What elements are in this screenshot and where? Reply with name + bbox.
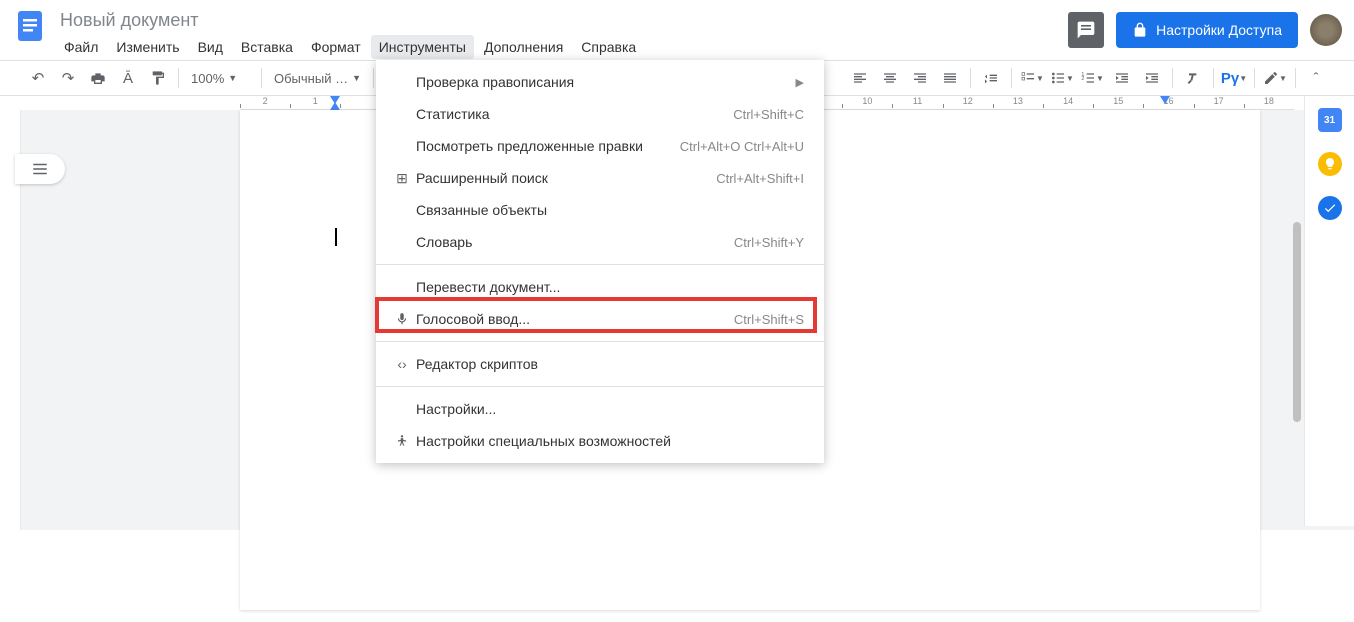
menu-item-shortcut: Ctrl+Shift+Y bbox=[734, 235, 804, 250]
menu-справка[interactable]: Справка bbox=[573, 35, 644, 59]
text-cursor bbox=[335, 228, 337, 246]
zoom-selector[interactable]: 100% ▼ bbox=[185, 71, 255, 86]
menu-формат[interactable]: Формат bbox=[303, 35, 369, 59]
menu-item-label: Проверка правописания bbox=[416, 74, 788, 90]
document-title[interactable]: Новый документ bbox=[56, 8, 1068, 33]
menu-изменить[interactable]: Изменить bbox=[108, 35, 187, 59]
editing-mode-button[interactable]: ▼ bbox=[1261, 64, 1289, 92]
menu-item-7[interactable]: Голосовой ввод...Ctrl+Shift+S bbox=[376, 303, 824, 335]
style-selector[interactable]: Обычный … ▼ bbox=[268, 71, 367, 86]
title-area: Новый документ ФайлИзменитьВидВставкаФор… bbox=[56, 8, 1068, 59]
menu-item-label: Перевести документ... bbox=[416, 279, 804, 295]
align-center-button[interactable] bbox=[876, 64, 904, 92]
undo-button[interactable]: ↶ bbox=[24, 64, 52, 92]
menu-item-shortcut: Ctrl+Alt+Shift+I bbox=[716, 171, 804, 186]
indent-decrease-button[interactable] bbox=[1108, 64, 1136, 92]
menu-item-3[interactable]: ⊞Расширенный поискCtrl+Alt+Shift+I bbox=[376, 162, 824, 194]
spellcheck-button[interactable]: Ā bbox=[114, 64, 142, 92]
svg-text:2: 2 bbox=[1081, 76, 1084, 82]
menu-инструменты[interactable]: Инструменты bbox=[371, 35, 474, 59]
menu-item-icon: ‹› bbox=[388, 356, 416, 372]
indent-increase-button[interactable] bbox=[1138, 64, 1166, 92]
personal-dictionary-button[interactable]: Рγ ▼ bbox=[1220, 64, 1248, 92]
tools-menu-dropdown: Проверка правописания▶СтатистикаCtrl+Shi… bbox=[376, 60, 824, 463]
share-button-label: Настройки Доступа bbox=[1156, 22, 1282, 38]
keep-addon-icon[interactable] bbox=[1318, 152, 1342, 176]
menu-item-label: Словарь bbox=[416, 234, 734, 250]
menu-item-2[interactable]: Посмотреть предложенные правкиCtrl+Alt+O… bbox=[376, 130, 824, 162]
align-left-button[interactable] bbox=[846, 64, 874, 92]
align-justify-button[interactable] bbox=[936, 64, 964, 92]
tasks-addon-icon[interactable] bbox=[1318, 196, 1342, 220]
menu-item-label: Настройки специальных возможностей bbox=[416, 433, 804, 449]
menu-файл[interactable]: Файл bbox=[56, 35, 106, 59]
vertical-scrollbar[interactable] bbox=[1290, 222, 1304, 622]
menu-item-label: Статистика bbox=[416, 106, 733, 122]
collapse-toolbar-button[interactable]: ˆ bbox=[1302, 64, 1330, 92]
menu-вид[interactable]: Вид bbox=[190, 35, 231, 59]
menu-item-shortcut: Ctrl+Shift+S bbox=[734, 312, 804, 327]
menu-item-5[interactable]: СловарьCtrl+Shift+Y bbox=[376, 226, 824, 258]
bullet-list-button[interactable]: ▼ bbox=[1048, 64, 1076, 92]
user-avatar[interactable] bbox=[1310, 14, 1342, 46]
checklist-button[interactable]: ▼ bbox=[1018, 64, 1046, 92]
menu-item-6[interactable]: Перевести документ... bbox=[376, 271, 824, 303]
menu-item-label: Расширенный поиск bbox=[416, 170, 716, 186]
menu-item-10[interactable]: Настройки специальных возможностей bbox=[376, 425, 824, 457]
menu-item-4[interactable]: Связанные объекты bbox=[376, 194, 824, 226]
comments-icon[interactable] bbox=[1068, 12, 1104, 48]
menu-item-label: Настройки... bbox=[416, 401, 804, 417]
share-button[interactable]: Настройки Доступа bbox=[1116, 12, 1298, 48]
menu-item-0[interactable]: Проверка правописания ▶ bbox=[376, 66, 824, 98]
paint-format-button[interactable] bbox=[144, 64, 172, 92]
submenu-arrow-icon: ▶ bbox=[796, 76, 804, 89]
menu-item-label: Посмотреть предложенные правки bbox=[416, 138, 680, 154]
menu-item-label: Редактор скриптов bbox=[416, 356, 804, 372]
calendar-addon-icon[interactable]: 31 bbox=[1318, 108, 1342, 132]
menu-item-1[interactable]: СтатистикаCtrl+Shift+C bbox=[376, 98, 824, 130]
numbered-list-button[interactable]: 12▼ bbox=[1078, 64, 1106, 92]
align-right-button[interactable] bbox=[906, 64, 934, 92]
clear-formatting-button[interactable] bbox=[1179, 64, 1207, 92]
header-actions: Настройки Доступа bbox=[1068, 12, 1342, 48]
menubar: ФайлИзменитьВидВставкаФорматИнструментыД… bbox=[56, 35, 1068, 59]
menu-вставка[interactable]: Вставка bbox=[233, 35, 301, 59]
menu-item-8[interactable]: ‹›Редактор скриптов bbox=[376, 348, 824, 380]
menu-item-icon: ⊞ bbox=[388, 170, 416, 187]
print-button[interactable] bbox=[84, 64, 112, 92]
app-header: Новый документ ФайлИзменитьВидВставкаФор… bbox=[0, 0, 1354, 60]
menu-item-icon bbox=[388, 434, 416, 448]
menu-дополнения[interactable]: Дополнения bbox=[476, 35, 571, 59]
docs-logo-icon[interactable] bbox=[12, 8, 48, 44]
menu-item-shortcut: Ctrl+Shift+C bbox=[733, 107, 804, 122]
menu-item-9[interactable]: Настройки... bbox=[376, 393, 824, 425]
lock-icon bbox=[1132, 22, 1148, 38]
menu-item-label: Связанные объекты bbox=[416, 202, 804, 218]
redo-button[interactable]: ↷ bbox=[54, 64, 82, 92]
line-spacing-button[interactable] bbox=[977, 64, 1005, 92]
menu-item-icon bbox=[388, 312, 416, 326]
menu-item-label: Голосовой ввод... bbox=[416, 311, 734, 327]
menu-item-shortcut: Ctrl+Alt+O Ctrl+Alt+U bbox=[680, 139, 804, 154]
side-panel: 31 bbox=[1304, 96, 1354, 526]
outline-toggle-button[interactable] bbox=[15, 154, 65, 184]
